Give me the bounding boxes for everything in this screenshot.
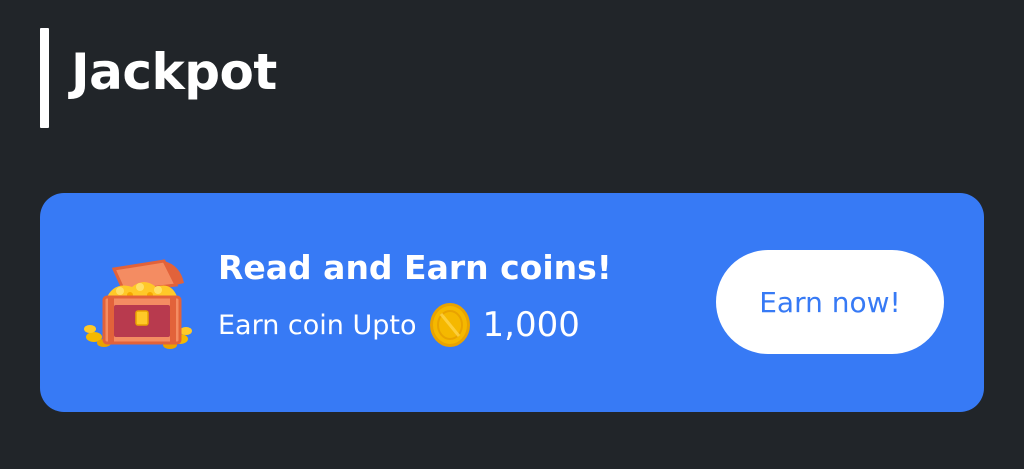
section-accent-bar	[40, 28, 49, 128]
coin-amount: 1,000	[482, 305, 580, 345]
section-header: Jackpot	[40, 28, 277, 128]
treasure-chest-icon	[84, 259, 192, 349]
promo-subtitle: Earn coin Upto 1,000	[218, 302, 612, 348]
section-title: Jackpot	[71, 43, 277, 101]
promo-card[interactable]: Read and Earn coins! Earn coin Upto 1,00…	[40, 193, 984, 412]
earn-now-button[interactable]: Earn now!	[716, 250, 944, 354]
promo-text: Read and Earn coins! Earn coin Upto 1,00…	[218, 251, 612, 348]
gold-coin-icon	[429, 303, 470, 347]
promo-subtitle-label: Earn coin Upto	[218, 309, 417, 341]
promo-title: Read and Earn coins!	[218, 248, 612, 287]
